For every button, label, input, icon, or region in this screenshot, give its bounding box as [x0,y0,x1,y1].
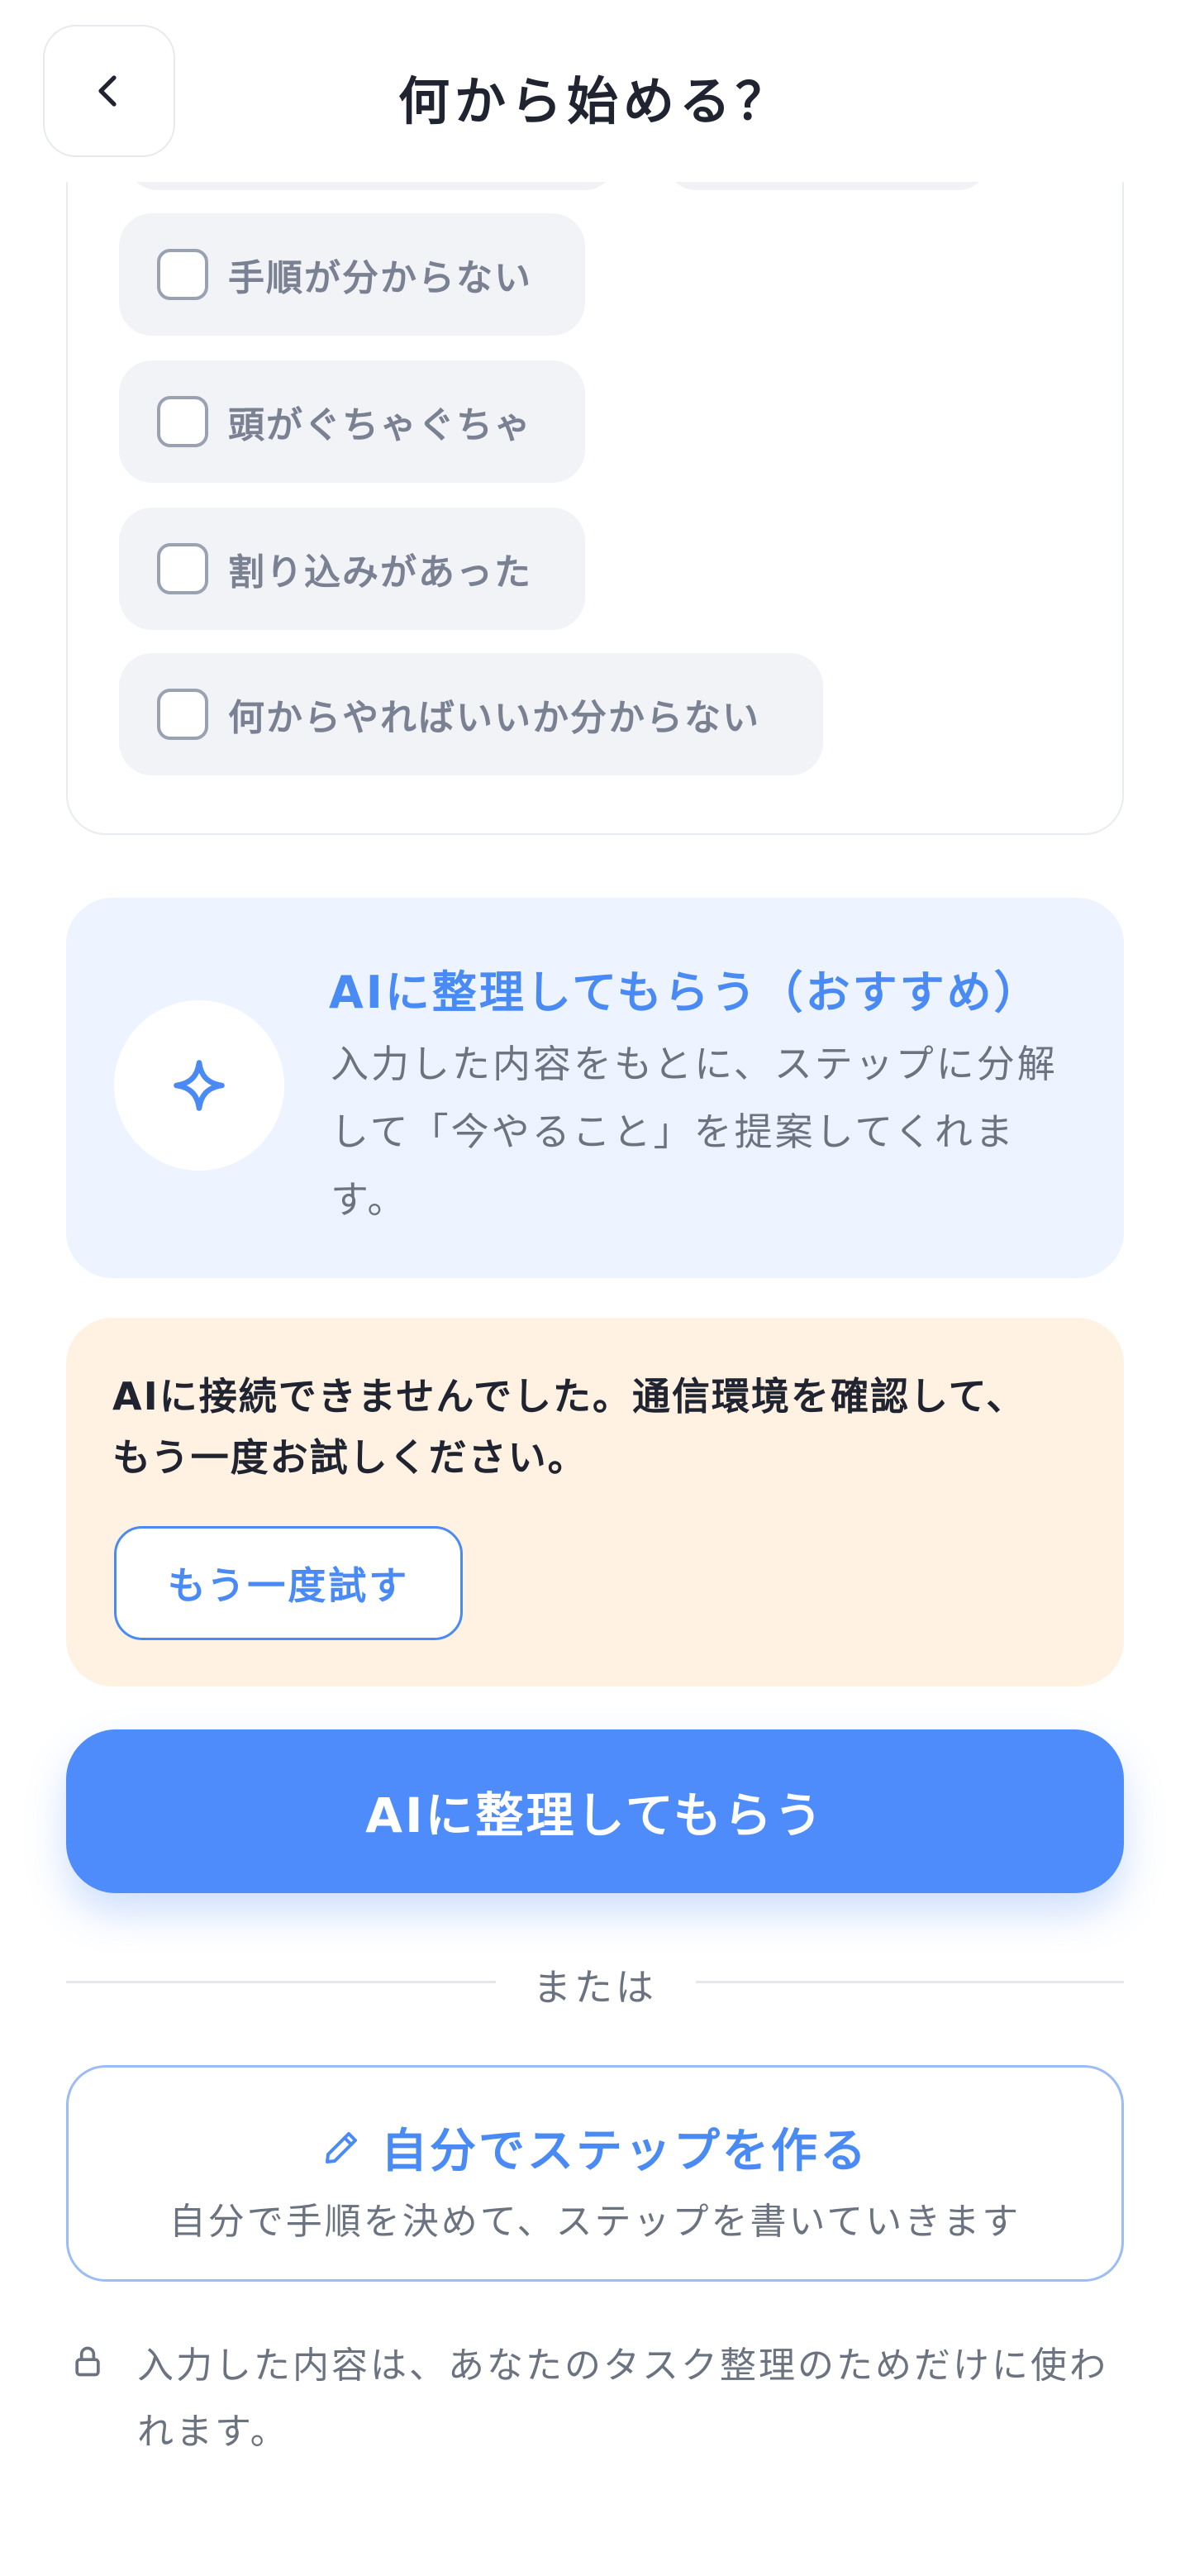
ai-suggestion-card[interactable]: AIに整理してもらう（おすすめ） 入力した内容をもとに、ステップに分解して「今や… [66,898,1124,1278]
option-chip[interactable]: 手順が分からない [119,213,585,336]
checkbox[interactable] [157,249,208,300]
option-label: 割り込みがあった [228,551,532,594]
lock-icon [75,2346,100,2377]
option-chip[interactable]: 何からやればいいか分からない [119,653,823,775]
error-message: AIに接続できませんでした。通信環境を確認して、もう一度お試しください。 [112,1374,1026,1480]
option-chip[interactable]: 頭がぐちゃぐちゃ [119,360,585,483]
privacy-text: 入力した内容は、あなたのタスク整理のためだけに使われます。 [137,2345,1108,2453]
checkbox[interactable] [157,689,208,740]
header: 何から始める？ [0,0,1190,182]
retry-button[interactable]: もう一度試す [114,1526,463,1640]
ai-card-title: AIに整理してもらう（おすすめ） [329,966,1041,1018]
page-title: 何から始める？ [397,71,792,131]
sparkle-icon [174,1060,225,1111]
checkbox[interactable] [157,543,208,594]
manual-steps-title-text: 自分でステップを作る [381,2125,869,2178]
option-chip[interactable]: 割り込みがあった [119,508,585,630]
ai-card-description: 入力した内容をもとに、ステップに分解して「今やること」を提案してくれます。 [331,1042,1058,1222]
error-alert: AIに接続できませんでした。通信環境を確認して、もう一度お試しください。 もう一… [66,1318,1124,1686]
option-label: 何からやればいいか分からない [228,697,760,739]
manual-steps-subtitle: 自分で手順を決めて、ステップを書いていきます [169,2201,1021,2243]
manual-steps-title: 自分でステップを作る [69,2114,1121,2181]
ai-icon-circle [114,1000,284,1171]
pencil-icon [326,2131,357,2163]
manual-steps-button[interactable]: 自分でステップを作る 自分で手順を決めて、ステップを書いていきます [66,2065,1124,2282]
divider-label: または [533,1965,657,2010]
checkbox[interactable] [157,396,208,447]
option-label: 頭がぐちゃぐちゃ [228,404,532,446]
ai-organize-button[interactable]: AIに整理してもらう [66,1729,1124,1893]
option-label: 手順が分からない [228,257,532,299]
